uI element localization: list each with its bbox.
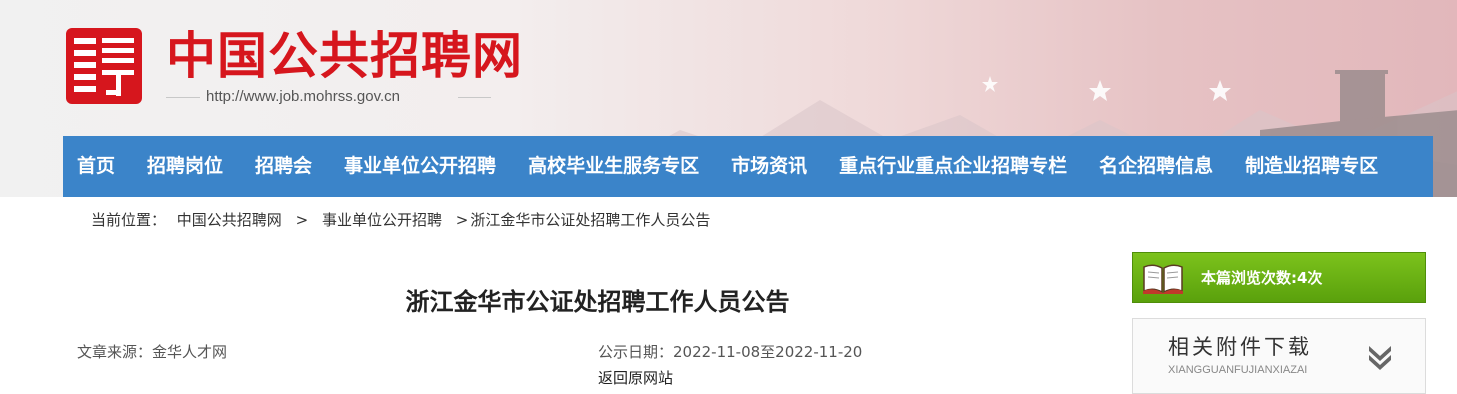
view-count-text: 本篇浏览次数:4次: [1201, 269, 1323, 287]
article-date: 公示日期：2022-11-08至2022-11-20: [598, 343, 863, 361]
attachments-subtitle: XIANGGUANFUJIANXIAZAI: [1168, 364, 1308, 376]
nav-item-key-industries[interactable]: 重点行业重点企业招聘专栏: [823, 136, 1083, 197]
nav-item-market-news[interactable]: 市场资讯: [715, 136, 823, 197]
breadcrumb-separator: >: [455, 211, 469, 229]
double-chevron-down-icon[interactable]: [1366, 343, 1394, 371]
breadcrumb-prefix: 当前位置：: [91, 211, 167, 229]
view-count-box: 本篇浏览次数:4次: [1132, 252, 1426, 303]
nav-item-job-fairs[interactable]: 招聘会: [239, 136, 328, 197]
breadcrumb: 当前位置： 中国公共招聘网 > 事业单位公开招聘 > 浙江金华市公证处招聘工作人员…: [91, 209, 710, 231]
divider: [458, 97, 491, 98]
nav-item-famous-companies[interactable]: 名企招聘信息: [1083, 136, 1229, 197]
nav-item-jobs[interactable]: 招聘岗位: [131, 136, 239, 197]
back-to-original-link[interactable]: 返回原网站: [598, 367, 673, 389]
site-url-row: http://www.job.mohrss.gov.cn: [166, 86, 491, 108]
book-icon: [1143, 264, 1183, 294]
site-name: 中国公共招聘网: [166, 27, 523, 85]
breadcrumb-category-link[interactable]: 事业单位公开招聘: [322, 211, 442, 229]
site-url: http://www.job.mohrss.gov.cn: [206, 88, 400, 105]
divider: [166, 97, 200, 98]
nav-item-public-institution[interactable]: 事业单位公开招聘: [328, 136, 512, 197]
logo-icon: [66, 28, 142, 104]
article-source: 文章来源：金华人才网: [77, 343, 228, 361]
nav-item-graduates[interactable]: 高校毕业生服务专区: [512, 136, 715, 197]
main-nav: 首页 招聘岗位 招聘会 事业单位公开招聘 高校毕业生服务专区 市场资讯 重点行业…: [63, 136, 1433, 197]
breadcrumb-home-link[interactable]: 中国公共招聘网: [177, 211, 282, 229]
attachments-title: 相关附件下载: [1168, 335, 1312, 359]
attachments-panel[interactable]: 相关附件下载 XIANGGUANFUJIANXIAZAI: [1132, 318, 1426, 394]
article-title: 浙江金华市公证处招聘工作人员公告: [405, 288, 790, 316]
breadcrumb-separator: >: [295, 211, 309, 229]
nav-item-manufacturing[interactable]: 制造业招聘专区: [1229, 136, 1394, 197]
breadcrumb-current: 浙江金华市公证处招聘工作人员公告: [470, 211, 711, 229]
nav-item-home[interactable]: 首页: [63, 136, 131, 197]
